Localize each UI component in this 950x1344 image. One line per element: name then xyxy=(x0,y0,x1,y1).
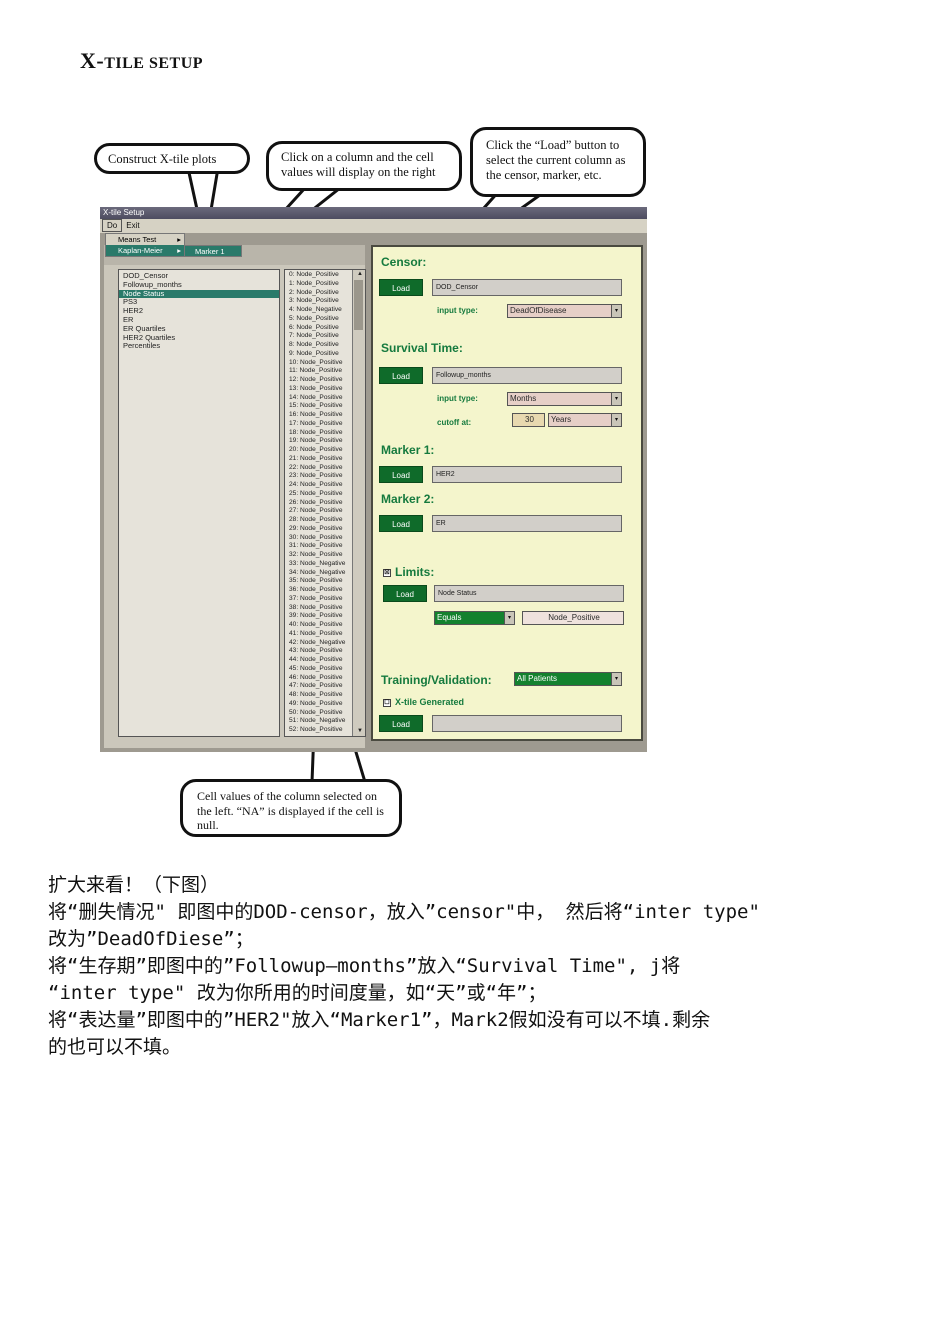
marker2-load-button[interactable]: Load xyxy=(379,515,423,532)
limits-load-button[interactable]: Load xyxy=(383,585,427,602)
scroll-thumb[interactable] xyxy=(354,280,363,330)
note-line-1: 扩大来看！（下图） xyxy=(48,874,220,896)
scroll-down-icon[interactable]: ▼ xyxy=(353,727,365,736)
marker2-title: Marker 2: xyxy=(381,492,435,506)
note-line-7: 的也可以不填。 xyxy=(48,1036,182,1058)
cutoff-unit-select[interactable]: Years ▾ xyxy=(548,413,622,427)
survival-input-type-select[interactable]: Months ▾ xyxy=(507,392,622,406)
dropdown-arrow-icon: ▾ xyxy=(504,612,514,624)
cutoff-label: cutoff at: xyxy=(437,418,472,427)
column-list-item[interactable]: PS3 xyxy=(119,298,279,307)
dropdown-arrow-icon: ▾ xyxy=(611,414,621,426)
xtile-generated-checkbox[interactable]: ☐ X-tile Generated xyxy=(383,697,464,707)
marker2-field[interactable]: ER xyxy=(432,515,622,532)
cell-values-scrollbar[interactable]: ▲ ▼ xyxy=(352,270,365,736)
censor-title: Censor: xyxy=(381,255,427,269)
menu-item-means-test[interactable]: Means Test ▸ xyxy=(118,234,184,245)
config-pane: Censor: Load DOD_Censor input type: Dead… xyxy=(371,245,643,741)
dropdown-arrow-icon: ▾ xyxy=(611,393,621,405)
censor-field[interactable]: DOD_Censor xyxy=(432,279,622,296)
submenu-arrow-icon: ▸ xyxy=(177,235,181,244)
training-validation-select[interactable]: All Patients ▾ xyxy=(514,672,622,686)
limits-checkbox[interactable]: ☒ Limits: xyxy=(383,565,434,579)
scroll-up-icon[interactable]: ▲ xyxy=(353,270,365,279)
marker1-title: Marker 1: xyxy=(381,443,435,457)
training-field[interactable] xyxy=(432,715,622,732)
marker1-load-button[interactable]: Load xyxy=(379,466,423,483)
submenu-arrow-icon: ▸ xyxy=(177,246,181,255)
limits-field[interactable]: Node Status xyxy=(434,585,624,602)
column-list-item[interactable]: Percentiles xyxy=(119,342,279,351)
survival-field[interactable]: Followup_months xyxy=(432,367,622,384)
menu-item-kaplan-meier[interactable]: Kaplan-Meier ▸ xyxy=(106,245,184,256)
cutoff-input[interactable]: 30 xyxy=(512,413,545,427)
do-menu-popup: Means Test ▸ Kaplan-Meier ▸ xyxy=(105,233,185,257)
survival-input-type-label: input type: xyxy=(437,394,478,403)
dropdown-arrow-icon: ▾ xyxy=(611,673,621,685)
censor-load-button[interactable]: Load xyxy=(379,279,423,296)
checkbox-empty-icon[interactable]: ☐ xyxy=(383,698,391,707)
note-line-6: 将“表达量”即图中的”HER2"放入“Marker1”，Mark2假如没有可以不… xyxy=(48,1009,711,1031)
column-list-item[interactable]: Node Status xyxy=(119,289,279,299)
limits-value-input[interactable]: Node_Positive xyxy=(522,611,624,625)
note-line-3: 改为”DeadOfDiese”； xyxy=(48,928,254,950)
training-load-button[interactable]: Load xyxy=(379,715,423,732)
column-list[interactable]: DOD_Censor Followup_months Node Status PS3 H… xyxy=(118,269,280,737)
menu-do[interactable]: Do xyxy=(102,219,123,232)
survival-load-button[interactable]: Load xyxy=(379,367,423,384)
xtile-setup-window: X-tile Setup Do Exit DOD_Censor Followup_m… xyxy=(100,207,647,752)
left-pane: DOD_Censor Followup_months Node Status PS3 H… xyxy=(104,245,366,748)
callout-click-load: Click the “Load” button to select the cu… xyxy=(470,127,646,197)
submenu-item-marker1[interactable]: Marker 1 xyxy=(184,245,242,257)
training-validation-title: Training/Validation: xyxy=(381,673,492,687)
dropdown-arrow-icon: ▾ xyxy=(611,305,621,317)
page-title: X-TILE SETUP xyxy=(80,48,204,73)
callout-cell-values: Cell values of the column selected on th… xyxy=(180,779,402,837)
column-list-item[interactable]: HER2 xyxy=(119,306,279,316)
survival-time-title: Survival Time: xyxy=(381,341,463,355)
callout-click-column: Click on a column and the cell values wi… xyxy=(266,141,462,191)
limits-operator-select[interactable]: Equals ▾ xyxy=(434,611,515,625)
checkbox-checked-icon[interactable]: ☒ xyxy=(383,568,391,577)
note-line-5: “inter type" 改为你所用的时间度量，如“天”或“年”； xyxy=(48,982,547,1004)
callout-construct: Construct X-tile plots xyxy=(94,143,250,174)
censor-input-type-select[interactable]: DeadOfDisease ▾ xyxy=(507,304,622,318)
menu-exit[interactable]: Exit xyxy=(122,219,143,233)
window-title: X-tile Setup xyxy=(100,207,647,219)
note-line-2: 将“删失情况" 即图中的DOD-censor，放入”censor"中， 然后将“… xyxy=(48,901,760,923)
censor-input-type-label: input type: xyxy=(437,306,478,315)
note-line-4: 将“生存期”即图中的”Followup—months”放入“Survival T… xyxy=(48,955,681,977)
marker1-field[interactable]: HER2 xyxy=(432,466,622,483)
menu-bar: Do Exit xyxy=(100,219,647,233)
cell-values-list[interactable]: 0: Node_Positive 1: Node_Positive 2: Node_… xyxy=(284,269,366,737)
